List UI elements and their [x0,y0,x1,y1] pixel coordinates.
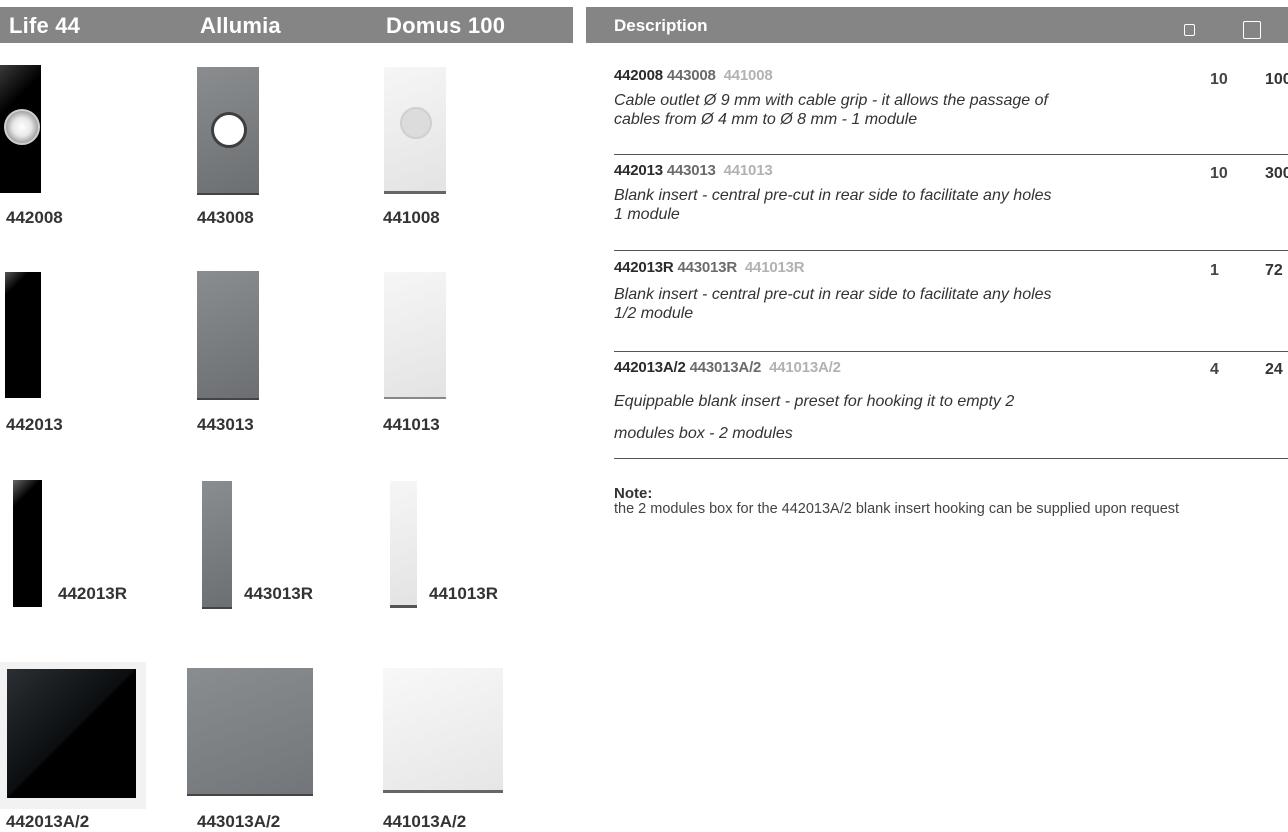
column-header-life44: Life 44 [9,13,81,38]
product-code-allumia-row4: 443013A/2 [197,812,281,831]
product-code-life44-row2: 442013 [6,415,63,434]
small-box-icon [1184,24,1195,36]
description-text: Cable outlet Ø 9 mm with cable grip - it… [614,92,1048,128]
product-image-442008 [0,65,41,193]
finish-header-bar: Life 44 Allumia Domus 100 [0,7,573,43]
product-image-442013A2 [0,662,146,809]
qty-small-row2: 10 [1210,165,1228,182]
product-code-allumia-row1: 443008 [197,208,254,227]
qty-large-row1: 100 [1265,71,1288,88]
code-line: 442013R 443013R 441013R [614,259,805,276]
product-image-442013 [5,272,41,398]
qty-small-row3: 1 [1210,262,1219,279]
product-code-life44-row4: 442013A/2 [6,812,90,831]
qty-small-row1: 10 [1210,71,1228,88]
description-entry-442013: 442013 443013 441013 Blank insert - cent… [614,162,1288,224]
product-image-443008 [197,67,259,193]
divider [614,250,1288,251]
product-image-441008 [384,67,446,191]
description-text: Blank insert - central pre-cut in rear s… [614,187,1052,223]
product-code-domus-row1: 441008 [383,208,440,227]
product-code-life44-row3: 442013R [58,584,128,603]
product-image-441013R [390,481,417,605]
divider [614,458,1288,459]
product-code-domus-row2: 441013 [383,415,440,434]
product-code-allumia-row3: 443013R [244,584,314,603]
description-entry-442013A2: 442013A/2 443013A/2 441013A/2 Equippable… [614,359,1288,450]
product-image-443013A2 [187,668,313,794]
product-code-life44-row1: 442008 [6,208,63,227]
divider [614,351,1288,352]
description-header-label: Description [614,16,708,35]
code-line: 442013 443013 441013 [614,162,773,179]
product-image-443013 [197,271,259,398]
product-code-domus-row4: 441013A/2 [383,812,467,831]
qty-large-row4: 24 [1265,361,1283,378]
qty-large-row3: 72 [1265,262,1283,279]
product-code-domus-row3: 441013R [429,584,499,603]
product-image-441013A2 [383,668,503,790]
description-header-bar: Description [586,7,1288,43]
divider [614,154,1288,155]
product-image-441013 [384,272,446,397]
description-text: Equippable blank insert - preset for hoo… [614,393,1015,442]
code-line: 442008 443008 441008 [614,67,773,84]
product-image-442013R [13,480,42,607]
large-box-icon [1243,21,1261,39]
qty-large-row2: 300 [1265,165,1288,182]
description-entry-442008: 442008 443008 441008 Cable outlet Ø 9 mm… [614,67,1288,129]
qty-small-row4: 4 [1210,361,1219,378]
note-text: the 2 modules box for the 442013A/2 blan… [614,501,1180,517]
description-entry-442013R: 442013R 443013R 441013R Blank insert - c… [614,259,1288,323]
column-header-domus100: Domus 100 [386,13,506,38]
code-line: 442013A/2 443013A/2 441013A/2 [614,359,841,376]
product-image-443013R [202,481,232,607]
column-header-allumia: Allumia [200,13,281,38]
note-title: Note: [614,485,653,502]
product-code-allumia-row2: 443013 [197,415,254,434]
description-text: Blank insert - central pre-cut in rear s… [614,286,1052,322]
